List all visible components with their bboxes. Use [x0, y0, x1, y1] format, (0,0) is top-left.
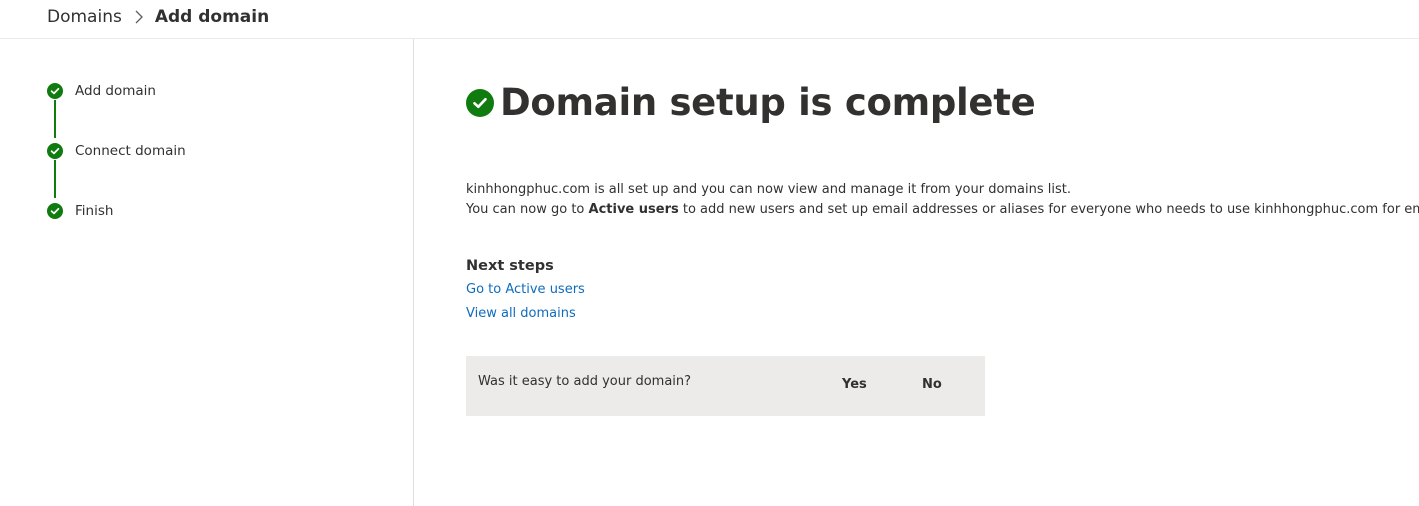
breadcrumb: Domains Add domain — [47, 4, 269, 30]
description-text: You can now go to — [466, 202, 589, 217]
step-connector — [54, 100, 56, 138]
step-connect-domain: Connect domain — [47, 141, 186, 161]
check-circle-icon — [47, 203, 63, 219]
description-line-1: kinhhongphuc.com is all set up and you c… — [466, 182, 1072, 197]
page-title: Domain setup is complete — [500, 81, 1036, 124]
view-all-domains-link[interactable]: View all domains — [466, 306, 576, 321]
description-line-2: You can now go to Active users to add ne… — [466, 200, 1419, 220]
feedback-question: Was it easy to add your domain? — [478, 374, 692, 389]
step-label: Finish — [75, 203, 114, 219]
feedback-no-button[interactable]: No — [922, 377, 942, 392]
next-steps-heading: Next steps — [466, 258, 554, 274]
wizard-steps-pane — [0, 39, 414, 506]
check-circle-icon — [47, 143, 63, 159]
page-title-row: Domain setup is complete — [466, 81, 1036, 124]
feedback-panel: Was it easy to add your domain? Yes No — [466, 356, 985, 416]
step-connector — [54, 160, 56, 198]
breadcrumb-current: Add domain — [154, 7, 270, 27]
breadcrumb-domains-link[interactable]: Domains — [47, 7, 122, 27]
step-add-domain: Add domain — [47, 81, 156, 101]
go-to-active-users-link[interactable]: Go to Active users — [466, 282, 585, 297]
step-label: Connect domain — [75, 143, 186, 159]
check-circle-icon — [466, 88, 494, 117]
active-users-emphasis: Active users — [588, 202, 679, 217]
chevron-right-icon — [135, 10, 143, 24]
check-circle-icon — [47, 83, 63, 99]
step-finish: Finish — [47, 201, 113, 221]
description-text: to add new users and set up email addres… — [678, 202, 1419, 217]
setup-description: kinhhongphuc.com is all set up and you c… — [466, 180, 1419, 220]
feedback-yes-button[interactable]: Yes — [842, 377, 867, 392]
step-label: Add domain — [75, 83, 156, 99]
